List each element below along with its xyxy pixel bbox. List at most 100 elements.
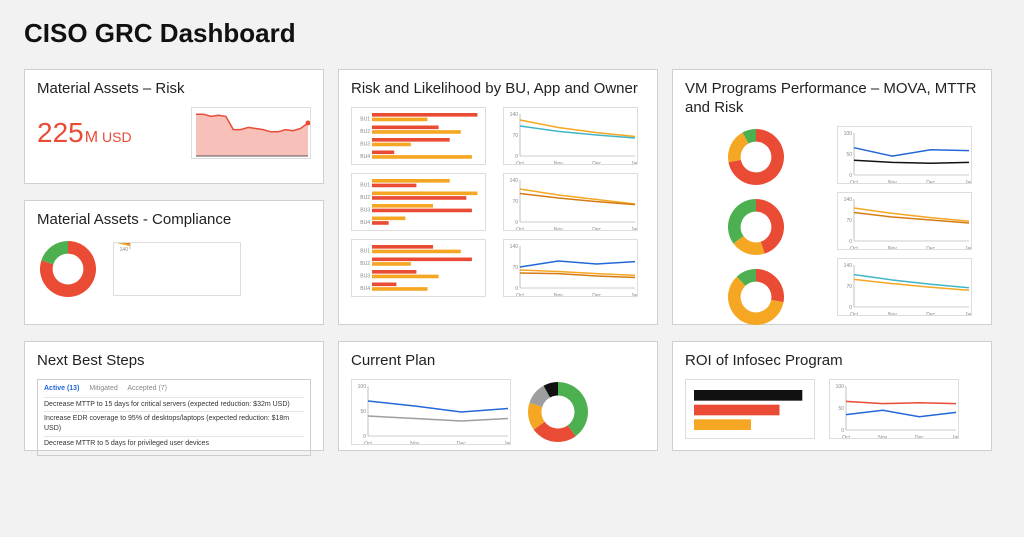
panel-title: ROI of Infosec Program	[685, 352, 979, 371]
svg-text:Oct: Oct	[364, 441, 372, 445]
svg-text:140: 140	[844, 197, 853, 203]
vm-donut-chart-1	[725, 126, 787, 188]
svg-text:100: 100	[358, 384, 367, 390]
svg-text:Oct: Oct	[516, 227, 524, 231]
page-title: CISO GRC Dashboard	[24, 18, 1000, 49]
tab-accepted[interactable]: Accepted (7)	[127, 385, 167, 392]
tab-active[interactable]: Active (13)	[44, 385, 79, 392]
vm-donut-chart-2	[725, 196, 787, 258]
svg-text:50: 50	[838, 406, 844, 412]
roi-line-chart: 050100OctNovDecJan	[829, 379, 959, 439]
svg-text:140: 140	[510, 178, 519, 184]
svg-text:140: 140	[510, 244, 519, 250]
step-item[interactable]: Decrease MTTP to 15 days for critical se…	[44, 397, 304, 412]
svg-text:Oct: Oct	[850, 246, 858, 250]
panel-title: Risk and Likelihood by BU, App and Owner	[351, 80, 645, 99]
vm-line-chart-3: 070140OctNovDecJan	[837, 258, 972, 316]
svg-text:Jan: Jan	[631, 227, 638, 231]
svg-text:Oct: Oct	[850, 180, 858, 184]
svg-text:Nov: Nov	[410, 441, 419, 445]
vm-line-chart-2: 070140OctNovDecJan	[837, 192, 972, 250]
svg-text:70: 70	[846, 218, 852, 224]
step-item[interactable]: Decrease MTTR to 5 days for privileged u…	[44, 436, 304, 451]
compliance-line-chart: 070140OctNovDecJan	[113, 242, 241, 296]
roi-bar-chart	[685, 379, 815, 439]
svg-text:Nov: Nov	[888, 180, 897, 184]
svg-text:0: 0	[515, 286, 518, 292]
svg-text:BU1: BU1	[360, 248, 370, 254]
panel-next-best-steps: Next Best Steps Active (13) Mitigated Ac…	[24, 341, 324, 451]
svg-text:Dec: Dec	[592, 293, 601, 297]
panel-title: Next Best Steps	[37, 352, 311, 371]
risk-unit-scale: M	[85, 129, 98, 146]
svg-text:0: 0	[515, 220, 518, 226]
risk-value: 225MUSD	[37, 117, 132, 149]
svg-text:BU4: BU4	[360, 220, 370, 226]
svg-text:Jan: Jan	[965, 312, 972, 316]
svg-text:0: 0	[849, 239, 852, 245]
svg-text:Jan: Jan	[504, 441, 511, 445]
bu-line-chart-2: 0 70 140 Oct Nov Dec Jan	[503, 173, 638, 231]
svg-text:70: 70	[512, 199, 518, 205]
svg-text:50: 50	[360, 409, 366, 415]
svg-text:Jan: Jan	[631, 161, 638, 165]
svg-text:Oct: Oct	[516, 161, 524, 165]
compliance-donut-chart	[37, 238, 99, 300]
svg-text:0: 0	[849, 305, 852, 311]
svg-text:Dec: Dec	[926, 180, 935, 184]
svg-text:BU4: BU4	[360, 154, 370, 160]
svg-text:Jan: Jan	[965, 180, 972, 184]
bu-line-chart-3: 070140OctNovDecJan	[503, 239, 638, 297]
vm-donut-chart-3	[725, 266, 787, 328]
risk-currency: USD	[102, 129, 132, 145]
svg-text:Nov: Nov	[554, 227, 563, 231]
svg-text:140: 140	[510, 112, 519, 118]
svg-text:100: 100	[836, 384, 845, 390]
panel-material-assets-risk: Material Assets – Risk 225MUSD	[24, 69, 324, 184]
svg-text:BU3: BU3	[360, 141, 370, 147]
svg-text:Dec: Dec	[457, 441, 466, 445]
svg-text:0: 0	[841, 428, 844, 434]
dashboard-grid: Material Assets – Risk 225MUSD Material …	[24, 69, 1000, 451]
panel-title: Material Assets - Compliance	[37, 211, 311, 230]
svg-text:BU1: BU1	[360, 116, 370, 122]
svg-text:BU2: BU2	[360, 261, 370, 267]
svg-text:BU3: BU3	[360, 207, 370, 213]
svg-text:Oct: Oct	[842, 435, 850, 439]
svg-text:70: 70	[512, 265, 518, 271]
steps-tabs: Active (13) Mitigated Accepted (7)	[44, 384, 304, 394]
plan-line-chart: 0 50 100 Oct Nov Dec Jan	[351, 379, 511, 445]
step-item[interactable]: Increase EDR coverage to 95% of desktops…	[44, 411, 304, 436]
svg-text:100: 100	[844, 131, 853, 137]
panel-vm-programs: VM Programs Performance – MOVA, MTTR and…	[672, 69, 992, 325]
bu-line-chart-1: 0 70 140 Oct Nov Dec Jan	[503, 107, 638, 165]
panel-title: VM Programs Performance – MOVA, MTTR and…	[685, 80, 979, 118]
svg-text:0: 0	[363, 434, 366, 440]
svg-text:Dec: Dec	[592, 161, 601, 165]
bu-bar-chart-3: BU1 BU2 BU3 BU4	[351, 239, 486, 297]
panel-current-plan: Current Plan 0 50 100 Oct Nov Dec Jan	[338, 341, 658, 451]
svg-text:BU3: BU3	[360, 273, 370, 279]
svg-text:BU4: BU4	[360, 286, 370, 292]
svg-text:140: 140	[120, 247, 129, 253]
steps-list: Active (13) Mitigated Accepted (7) Decre…	[37, 379, 311, 456]
svg-text:Nov: Nov	[554, 293, 563, 297]
svg-text:0: 0	[849, 173, 852, 179]
tab-mitigated[interactable]: Mitigated	[89, 385, 117, 392]
panel-roi-infosec: ROI of Infosec Program 050100OctNovDecJa…	[672, 341, 992, 451]
svg-text:Dec: Dec	[926, 246, 935, 250]
bu-bar-chart-2: BU1BU2BU3BU4	[351, 173, 486, 231]
svg-text:Nov: Nov	[554, 161, 563, 165]
panel-material-assets-compliance: Material Assets - Compliance 070140OctNo…	[24, 200, 324, 325]
svg-text:0: 0	[515, 154, 518, 160]
svg-text:BU2: BU2	[360, 129, 370, 135]
panel-title: Current Plan	[351, 352, 645, 371]
svg-text:Jan: Jan	[952, 435, 959, 439]
risk-number: 225	[37, 117, 84, 148]
svg-text:Nov: Nov	[888, 312, 897, 316]
svg-text:Dec: Dec	[592, 227, 601, 231]
svg-text:Nov: Nov	[878, 435, 887, 439]
panel-title: Material Assets – Risk	[37, 80, 311, 99]
svg-text:Jan: Jan	[965, 246, 972, 250]
svg-text:70: 70	[512, 133, 518, 139]
